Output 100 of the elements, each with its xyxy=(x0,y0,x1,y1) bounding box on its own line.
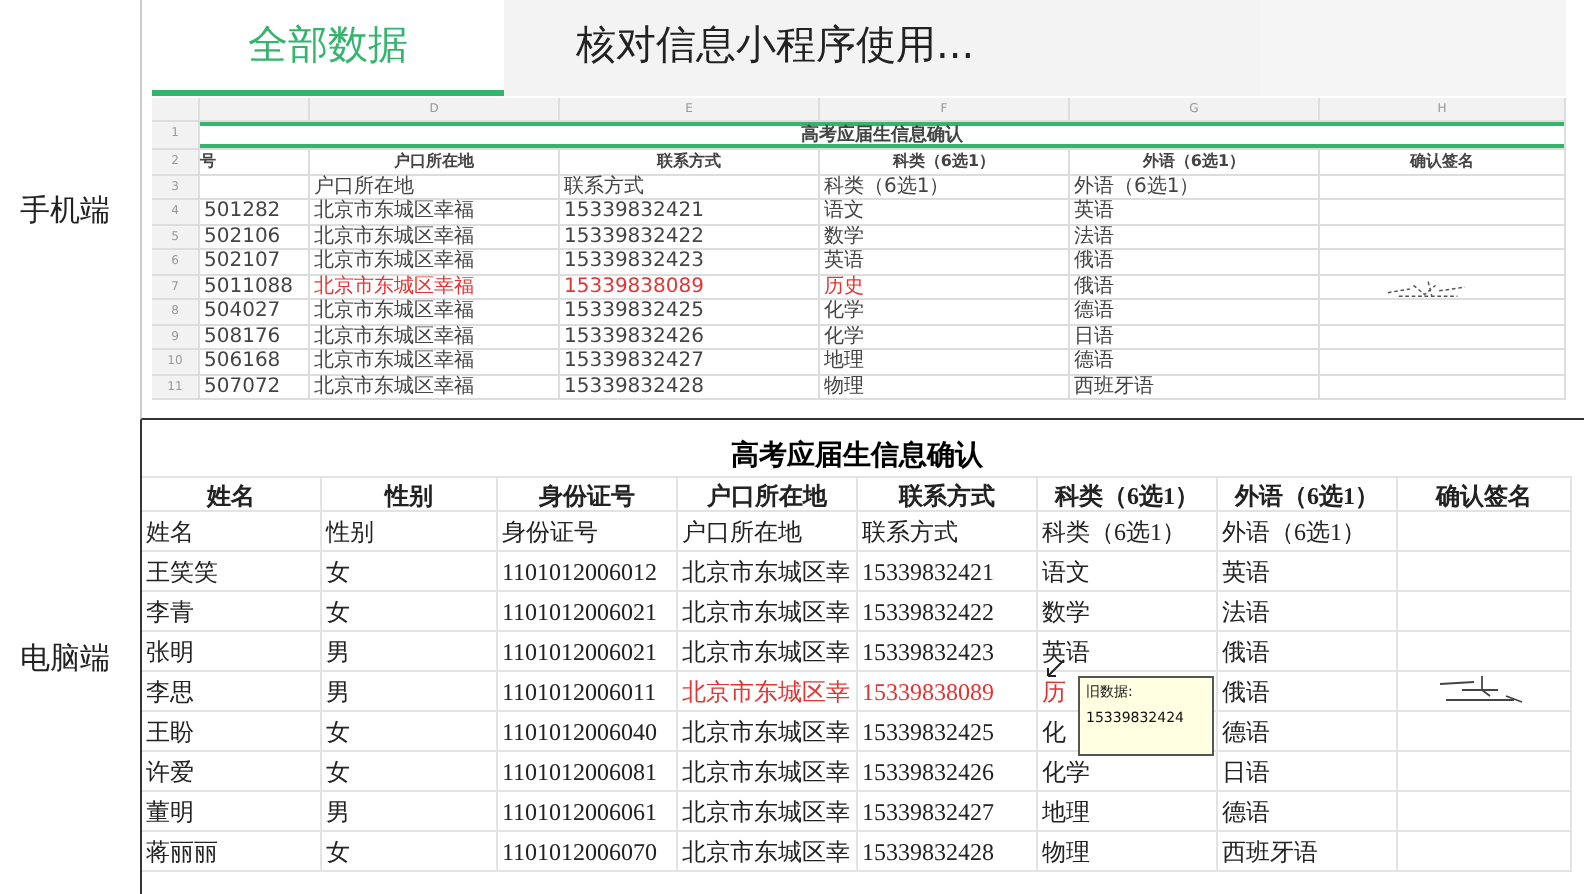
table-cell: 1101012006070 xyxy=(498,832,678,872)
table-cell: 身份证号 xyxy=(498,512,678,552)
table-cell: 506168 xyxy=(200,350,310,375)
column-header: 科类（6选1） xyxy=(820,150,1070,175)
table-cell: 北京市东城区幸福 xyxy=(310,350,560,375)
table-cell: 外语（6选1） xyxy=(1218,512,1398,552)
table-cell: 北京市东城区幸福 xyxy=(310,200,560,225)
column-header: 确认签名 xyxy=(1320,150,1566,175)
column-header: 外语（6选1） xyxy=(1218,476,1398,512)
table-cell: 北京市东城区幸福 xyxy=(310,325,560,350)
table-cell: 北京市东城区幸福 xyxy=(310,275,560,300)
table-cell: 1101012006012 xyxy=(498,552,678,592)
table-cell: 英语 xyxy=(1038,632,1218,672)
table-cell: 女 xyxy=(322,552,498,592)
table-cell: 15339832426 xyxy=(560,325,820,350)
table-cell: 性别 xyxy=(322,512,498,552)
table-cell: 504027 xyxy=(200,300,310,325)
table-cell: 北京市东城区幸 xyxy=(678,632,858,672)
table-cell: 联系方式 xyxy=(858,512,1038,552)
table-cell: 语文 xyxy=(1038,552,1218,592)
table-cell: 物理 xyxy=(1038,832,1218,872)
table-cell: 15339832421 xyxy=(858,552,1038,592)
table-cell: 15339832421 xyxy=(560,200,820,225)
table-cell: 15339832425 xyxy=(560,300,820,325)
table-cell: 数学 xyxy=(820,225,1070,250)
table-cell: 许爱 xyxy=(142,752,322,792)
table-cell: 15339838089 xyxy=(858,672,1038,712)
table-cell: 地理 xyxy=(820,350,1070,375)
table-cell: 15339832422 xyxy=(858,592,1038,632)
table-cell: 德语 xyxy=(1218,792,1398,832)
table-cell: 英语 xyxy=(820,250,1070,275)
table-cell: 北京市东城区幸 xyxy=(678,552,858,592)
table-cell: 女 xyxy=(322,712,498,752)
table-cell: 王盼 xyxy=(142,712,322,752)
table-cell: 法语 xyxy=(1218,592,1398,632)
table-cell: 姓名 xyxy=(142,512,322,552)
table-cell: 王笑笑 xyxy=(142,552,322,592)
table-cell: 1101012006011 xyxy=(498,672,678,712)
table-cell: 英语 xyxy=(1070,200,1320,225)
table-cell: 日语 xyxy=(1070,325,1320,350)
table-cell: 女 xyxy=(322,752,498,792)
table-cell: 15339832427 xyxy=(560,350,820,375)
column-header: 科类（6选1） xyxy=(1038,476,1218,512)
table-cell: 507072 xyxy=(200,375,310,400)
table-cell: 女 xyxy=(322,592,498,632)
table-cell: 户口所在地 xyxy=(310,175,560,200)
table-cell: 西班牙语 xyxy=(1218,832,1398,872)
table-cell: 俄语 xyxy=(1218,632,1398,672)
table-cell: 15339832425 xyxy=(858,712,1038,752)
table-cell: 北京市东城区幸 xyxy=(678,672,858,712)
table-cell: 男 xyxy=(322,632,498,672)
column-header: 确认签名 xyxy=(1398,476,1572,512)
table-cell: 508176 xyxy=(200,325,310,350)
column-header: 姓名 xyxy=(142,476,322,512)
table-cell: 外语（6选1） xyxy=(1070,175,1320,200)
table-cell: 1101012006021 xyxy=(498,632,678,672)
sheet-title: 高考应届生信息确认 xyxy=(200,122,1566,150)
table-cell: 地理 xyxy=(1038,792,1218,832)
table-cell: 历史 xyxy=(820,275,1070,300)
table-cell: 法语 xyxy=(1070,225,1320,250)
table-cell: 502107 xyxy=(200,250,310,275)
column-header: 户口所在地 xyxy=(678,476,858,512)
table-cell: 日语 xyxy=(1218,752,1398,792)
column-header: 联系方式 xyxy=(858,476,1038,512)
table-cell: 5011088 xyxy=(200,275,310,300)
table-cell: 德语 xyxy=(1070,300,1320,325)
table-cell: 科类（6选1） xyxy=(820,175,1070,200)
table-cell: 北京市东城区幸 xyxy=(678,712,858,752)
table-cell: 北京市东城区幸 xyxy=(678,832,858,872)
signature-drawing xyxy=(1434,672,1526,708)
table-cell: 蒋丽丽 xyxy=(142,832,322,872)
column-header: 身份证号 xyxy=(498,476,678,512)
table-cell: 女 xyxy=(322,832,498,872)
table-cell: 北京市东城区幸福 xyxy=(310,375,560,400)
table-cell: 15339832423 xyxy=(858,632,1038,672)
column-header: 户口所在地 xyxy=(310,150,560,175)
table-cell: 15339832423 xyxy=(560,250,820,275)
table-cell: 15339832427 xyxy=(858,792,1038,832)
table-cell: 北京市东城区幸 xyxy=(678,592,858,632)
table-cell: 男 xyxy=(322,792,498,832)
table-cell: 15339832422 xyxy=(560,225,820,250)
table-cell: 张明 xyxy=(142,632,322,672)
column-header: 联系方式 xyxy=(560,150,820,175)
tab[interactable]: 核对信息小程序使用... xyxy=(504,0,1260,96)
table-cell: 户口所在地 xyxy=(678,512,858,552)
table-cell: 男 xyxy=(322,672,498,712)
table-cell: 德语 xyxy=(1218,712,1398,752)
row-label: 手机端 xyxy=(18,190,110,230)
sheet-title: 高考应届生信息确认 xyxy=(731,440,983,472)
table-cell: 北京市东城区幸 xyxy=(678,752,858,792)
table-cell: 俄语 xyxy=(1070,275,1320,300)
table-cell: 501282 xyxy=(200,200,310,225)
table-cell: 北京市东城区幸福 xyxy=(310,225,560,250)
table-cell: 15339838089 xyxy=(560,275,820,300)
table-cell: 德语 xyxy=(1070,350,1320,375)
table-cell: 俄语 xyxy=(1218,672,1398,712)
table-cell: 科类（6选1） xyxy=(1038,512,1218,552)
table-cell: 1101012006061 xyxy=(498,792,678,832)
table-cell: 化学 xyxy=(820,300,1070,325)
row-label: 电脑端 xyxy=(18,637,110,677)
